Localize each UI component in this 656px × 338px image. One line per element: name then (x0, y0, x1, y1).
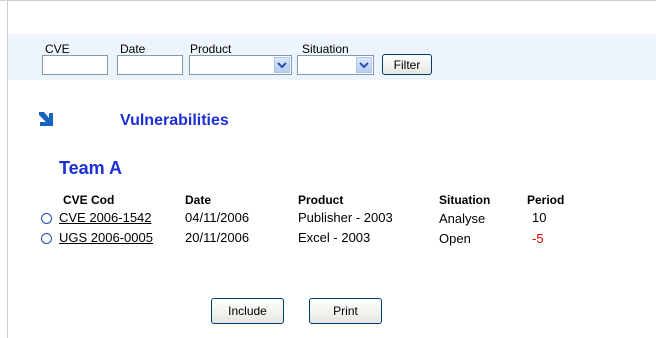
row-product: Excel - 2003 (298, 230, 371, 245)
date-filter-label: Date (120, 42, 146, 56)
column-header-date: Date (185, 193, 212, 207)
column-header-product: Product (298, 193, 344, 207)
chevron-down-icon[interactable] (356, 57, 372, 73)
column-header-cve: CVE Cod (63, 193, 115, 207)
row-period: -5 (532, 231, 544, 246)
section-title: Vulnerabilities (120, 112, 229, 129)
row-situation: Analyse (439, 211, 486, 226)
team-title: Team A (59, 158, 123, 178)
cve-link[interactable]: CVE 2006-1542 (59, 210, 152, 225)
row-situation: Open (439, 231, 471, 246)
chevron-down-icon[interactable] (274, 57, 290, 73)
product-filter-label: Product (190, 42, 232, 56)
date-filter-input[interactable] (117, 55, 183, 75)
filter-bar: CVE Date Product Situation Filter (8, 34, 656, 80)
window-top-border (0, 0, 656, 9)
include-button[interactable]: Include (211, 298, 284, 324)
column-header-situation: Situation (439, 193, 491, 207)
arrow-down-right-icon (38, 110, 54, 128)
row-product: Publisher - 2003 (298, 210, 393, 225)
cve-filter-label: CVE (45, 42, 70, 56)
row-period: 10 (532, 210, 547, 225)
situation-filter-select[interactable] (297, 55, 374, 75)
radio-button-icon[interactable] (41, 213, 52, 224)
situation-filter-label: Situation (302, 42, 349, 56)
cve-filter-input[interactable] (42, 55, 108, 75)
row-date: 20/11/2006 (185, 230, 250, 245)
product-filter-select[interactable] (189, 55, 292, 75)
row-date: 04/11/2006 (185, 210, 250, 225)
radio-button-icon[interactable] (41, 233, 52, 244)
cve-link[interactable]: UGS 2006-0005 (59, 230, 153, 245)
print-button[interactable]: Print (309, 298, 382, 324)
column-header-period: Period (527, 193, 565, 207)
filter-button[interactable]: Filter (382, 54, 432, 75)
